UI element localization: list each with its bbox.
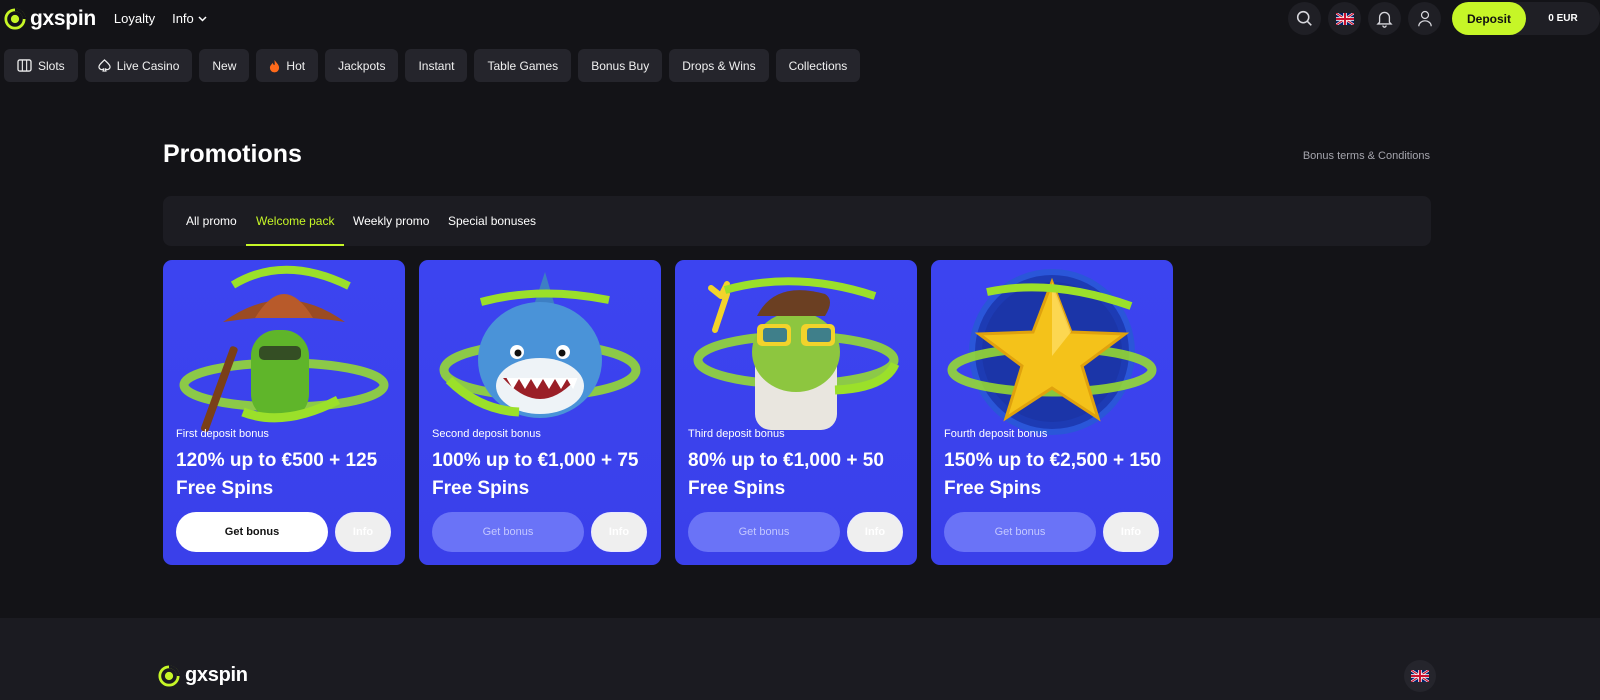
get-bonus-button[interactable]: Get bonus bbox=[944, 512, 1096, 552]
info-button[interactable]: Info bbox=[1103, 512, 1159, 552]
category-hot[interactable]: Hot bbox=[256, 49, 319, 82]
wallet-group: Deposit 0 EUR bbox=[1452, 2, 1600, 35]
nav-link-info-label: Info bbox=[172, 11, 194, 26]
top-header: gxspin Loyalty Info Deposit 0 EUR bbox=[0, 0, 1600, 37]
category-bar: Slots Live Casino New Hot Jackpots Insta… bbox=[4, 49, 867, 82]
brand-name: gxspin bbox=[30, 6, 96, 30]
profile-button[interactable] bbox=[1408, 2, 1441, 35]
promo-card: Second deposit bonus 100% up to €1,000 +… bbox=[419, 260, 661, 565]
footer: gxspin bbox=[0, 618, 1600, 700]
card-title: 120% up to €500 + 125 Free Spins bbox=[176, 450, 378, 499]
card-subtitle: Second deposit bonus bbox=[432, 428, 541, 440]
card-subtitle: First deposit bonus bbox=[176, 428, 269, 440]
card-title: 150% up to €2,500 + 150 Free Spins bbox=[944, 450, 1162, 499]
tab-weekly-promo[interactable]: Weekly promo bbox=[353, 196, 429, 246]
promo-card: Fourth deposit bonus 150% up to €2,500 +… bbox=[931, 260, 1173, 565]
bonus-terms-link[interactable]: Bonus terms & Conditions bbox=[1303, 150, 1430, 162]
category-label: Drops & Wins bbox=[682, 58, 756, 73]
info-button[interactable]: Info bbox=[847, 512, 903, 552]
nav-link-loyalty[interactable]: Loyalty bbox=[114, 11, 155, 26]
info-button[interactable]: Info bbox=[591, 512, 647, 552]
tab-welcome-pack[interactable]: Welcome pack bbox=[245, 196, 346, 246]
category-table-games[interactable]: Table Games bbox=[474, 49, 572, 82]
category-label: Instant bbox=[418, 58, 455, 73]
category-label: Table Games bbox=[487, 58, 559, 73]
category-live-casino[interactable]: Live Casino bbox=[84, 49, 193, 82]
uk-flag-icon bbox=[1335, 12, 1354, 25]
notifications-button[interactable] bbox=[1368, 2, 1401, 35]
search-icon bbox=[1296, 10, 1312, 26]
promo-cards: First deposit bonus 120% up to €500 + 12… bbox=[163, 260, 1187, 565]
get-bonus-button[interactable]: Get bonus bbox=[176, 512, 328, 552]
tab-special-bonuses[interactable]: Special bonuses bbox=[448, 196, 536, 246]
page-title: Promotions bbox=[163, 140, 302, 168]
balance-display[interactable]: 0 EUR bbox=[1526, 13, 1600, 24]
search-button[interactable] bbox=[1288, 2, 1321, 35]
category-label: Collections bbox=[788, 58, 848, 73]
language-button[interactable] bbox=[1328, 2, 1361, 35]
slots-icon bbox=[17, 59, 32, 72]
category-new[interactable]: New bbox=[199, 49, 250, 82]
promo-card: Third deposit bonus 80% up to €1,000 + 5… bbox=[675, 260, 917, 565]
category-label: Bonus Buy bbox=[591, 58, 650, 73]
category-label: Jackpots bbox=[338, 58, 386, 73]
footer-language-button[interactable] bbox=[1404, 660, 1436, 692]
logo-icon bbox=[4, 7, 26, 30]
header-actions: Deposit 0 EUR bbox=[1281, 2, 1600, 35]
get-bonus-button[interactable]: Get bonus bbox=[432, 512, 584, 552]
uk-flag-icon bbox=[1411, 670, 1429, 682]
card-subtitle: Fourth deposit bonus bbox=[944, 428, 1048, 440]
category-label: Hot bbox=[286, 58, 306, 73]
promo-card: First deposit bonus 120% up to €500 + 12… bbox=[163, 260, 405, 565]
brand-logo[interactable]: gxspin bbox=[4, 7, 96, 31]
logo-icon bbox=[158, 664, 180, 687]
chevron-down-icon bbox=[198, 14, 207, 24]
category-label: Slots bbox=[38, 58, 65, 73]
card-title: 80% up to €1,000 + 50 Free Spins bbox=[688, 450, 884, 499]
spade-icon bbox=[98, 59, 111, 72]
deposit-button[interactable]: Deposit bbox=[1452, 2, 1526, 35]
card-title: 100% up to €1,000 + 75 Free Spins bbox=[432, 450, 639, 499]
info-button[interactable]: Info bbox=[335, 512, 391, 552]
category-drops-wins[interactable]: Drops & Wins bbox=[669, 49, 769, 82]
user-icon bbox=[1417, 10, 1432, 27]
category-instant[interactable]: Instant bbox=[405, 49, 468, 82]
category-bonus-buy[interactable]: Bonus Buy bbox=[578, 49, 663, 82]
bell-icon bbox=[1376, 11, 1393, 28]
category-slots[interactable]: Slots bbox=[4, 49, 78, 82]
category-label: Live Casino bbox=[116, 58, 180, 73]
promo-tabs: All promo Welcome pack Weekly promo Spec… bbox=[163, 196, 1431, 246]
card-subtitle: Third deposit bonus bbox=[688, 428, 785, 440]
category-jackpots[interactable]: Jackpots bbox=[325, 49, 399, 82]
get-bonus-button[interactable]: Get bonus bbox=[688, 512, 840, 552]
flame-icon bbox=[269, 59, 280, 73]
tab-all-promo[interactable]: All promo bbox=[186, 196, 237, 246]
footer-brand-name: gxspin bbox=[185, 664, 248, 686]
nav-link-info[interactable]: Info bbox=[172, 11, 207, 26]
footer-logo[interactable]: gxspin bbox=[158, 664, 248, 687]
category-label: New bbox=[212, 58, 237, 73]
category-collections[interactable]: Collections bbox=[775, 49, 861, 82]
